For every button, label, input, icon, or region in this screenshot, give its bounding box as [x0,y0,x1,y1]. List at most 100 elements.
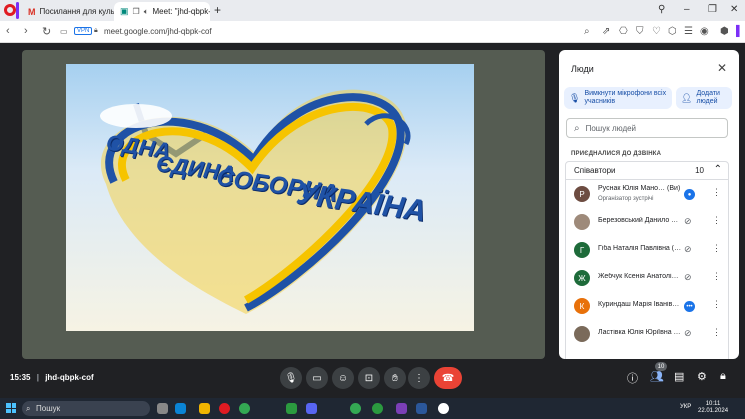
avatar: Ж [574,270,590,286]
participant-list: Р Руснак Юлія Мано… (Ви) Організатор зус… [565,180,729,359]
more-options-icon[interactable]: ⋮ [712,215,721,226]
mic-off-icon: ⊘ [684,272,692,282]
section-title: Співавтори [574,166,616,175]
more-options-icon[interactable]: ⋮ [712,299,721,310]
address-bar: ‹ › ↻ ▭ VPN 🔒︎ meet.google.com/jhd-qbpk-… [0,21,745,43]
taskbar-search[interactable]: ⌕ Пошук [22,401,150,416]
restore-icon[interactable]: ❐ [708,4,717,15]
meeting-code: jhd-qbpk-cof [45,373,94,382]
back-icon[interactable]: ‹ [6,25,10,37]
camera-button[interactable]: ▭ [306,367,328,389]
chrome-icon[interactable] [350,403,361,414]
shield-icon[interactable]: ⛉ [636,26,644,37]
hand-icon: ✋︎ [392,372,398,384]
avatar [574,214,590,230]
clock-time: 10:11 [705,401,721,407]
speaker-icon[interactable]: 🔈︎ [144,7,149,17]
host-controls-icon[interactable]: 🔒︎ [720,370,726,383]
emoji-icon: ☺ [337,372,349,384]
app-icon[interactable] [286,403,297,414]
camera-icon: ▭ [312,372,322,384]
edge-icon[interactable] [175,403,186,414]
search-icon[interactable]: ⌕ [584,26,590,37]
list-item[interactable]: К Куриндаш Марія Іванів… ••• ⋮ [566,292,728,320]
present-icon: ⊡ [364,372,374,384]
co-authors-section-toggle[interactable]: Співавтори 10 ⌃ [565,161,729,180]
chrome-icon[interactable] [239,403,250,414]
url-field[interactable]: meet.google.com/jhd-qbpk-cof [104,27,212,36]
account-icon[interactable]: ◉ [700,26,709,37]
info-icon[interactable]: ⓘ [627,370,638,386]
task-view-icon[interactable] [157,403,168,414]
presentation-video-tile[interactable]: ОДНА ЄДИНА СОБОРНА УКРАЇНА [22,50,545,359]
present-button[interactable]: ⊡ [358,367,380,389]
raise-hand-button[interactable]: ✋︎ [384,367,406,389]
gmail-icon: M [28,6,36,17]
more-options-button[interactable]: ⋮ [408,367,430,389]
activities-icon[interactable]: ⚙︎ [697,370,707,383]
system-clock[interactable]: 10:11 22.01.2024 [698,401,728,415]
copy-icon[interactable]: ❐ [133,7,140,16]
avatar: К [574,298,590,314]
windows-start-icon[interactable] [6,403,16,413]
people-icon[interactable]: 👥︎ [650,370,664,383]
reload-icon[interactable]: ↻ [42,25,51,38]
participant-name: Руснак Юлія Мано… (Ви) [598,185,681,192]
tab-meet[interactable]: ▣ ❐ 🔈︎ Meet: "jhd-qbpk- ✕ [114,2,210,21]
hang-up-icon: ☎︎ [441,372,455,384]
word-icon[interactable] [416,403,427,414]
tab-gmail[interactable]: M Посилання для культуро [22,2,114,21]
camera-icon[interactable]: ▭ [60,27,68,36]
mic-button[interactable]: 🎙︎ [280,367,302,389]
discord-icon[interactable] [306,403,317,414]
windows-taskbar: ⌕ Пошук УКР 10:11 22.01.2024 [0,398,745,419]
opera-logo-icon[interactable] [4,4,16,16]
cube-icon[interactable]: ⬡ [668,26,677,37]
file-explorer-icon[interactable] [199,403,210,414]
app-icon[interactable] [396,403,407,414]
participant-name: Березовський Данило … [598,217,679,224]
more-options-icon[interactable]: ⋮ [712,187,721,198]
mute-all-button[interactable]: 🎙︎ Вимкнути мікрофони всіх учасників [564,87,672,109]
more-options-icon[interactable]: ⋮ [712,327,721,338]
mic-active-icon: ••• [684,301,695,312]
chat-icon[interactable]: ▤ [674,370,684,383]
leave-call-button[interactable]: ☎︎ [434,367,462,389]
chevron-up-icon: ⌃ [713,164,722,175]
vpn-badge[interactable]: VPN [74,27,93,35]
clock-date: 22.01.2024 [698,408,729,414]
close-window-icon[interactable]: ✕ [730,4,738,15]
participant-name: Ластівка Юлія Юріївна … [598,329,681,336]
add-person-icon: 👤︎ [681,93,693,103]
menu-icon[interactable]: ☰ [684,26,693,37]
avatar [574,326,590,342]
close-panel-icon[interactable]: ✕ [717,61,727,75]
filter-icon[interactable]: ⚲ [658,4,665,15]
avatar: Р [574,186,590,202]
more-options-icon[interactable]: ⋮ [712,271,721,282]
send-icon[interactable]: ⇗ [602,26,610,37]
search-people-input[interactable]: ⌕ Пошук людей [566,118,728,138]
forward-icon[interactable]: › [24,25,28,37]
more-options-icon[interactable]: ⋮ [712,243,721,254]
settings-icon[interactable] [438,403,449,414]
extensions-icon[interactable]: ⬢ [720,26,729,37]
list-item[interactable]: Р Руснак Юлія Мано… (Ви) Організатор зус… [566,180,728,208]
list-item[interactable]: Г Гіба Наталія Павлівна (… ⊘ ⋮ [566,236,728,264]
opera-icon[interactable] [219,403,230,414]
add-people-button[interactable]: 👤︎ Додати людей [676,87,732,109]
more-options-icon: ⋮ [414,372,424,384]
chrome-icon[interactable] [372,403,383,414]
new-tab-button[interactable]: + [214,3,221,17]
camera-icon[interactable]: ⎔ [619,26,628,37]
joined-section-label: ПРИЄДНАЛИСЯ ДО ДЗВІНКА [571,151,662,157]
list-item[interactable]: Ж Жебчук Ксенія Анатолі… ⊘ ⋮ [566,264,728,292]
emoji-button[interactable]: ☺ [332,367,354,389]
list-item[interactable]: Ластівка Юлія Юріївна … ⊘ ⋮ [566,320,728,348]
keyboard-language[interactable]: УКР [680,404,691,410]
heart-icon[interactable]: ♡ [652,26,661,37]
list-item[interactable]: Березовський Данило … ⊘ ⋮ [566,208,728,236]
lock-icon[interactable]: 🔒︎ [94,27,98,35]
minimize-icon[interactable]: – [684,4,690,15]
presentation-slide: ОДНА ЄДИНА СОБОРНА УКРАЇНА [66,64,474,331]
